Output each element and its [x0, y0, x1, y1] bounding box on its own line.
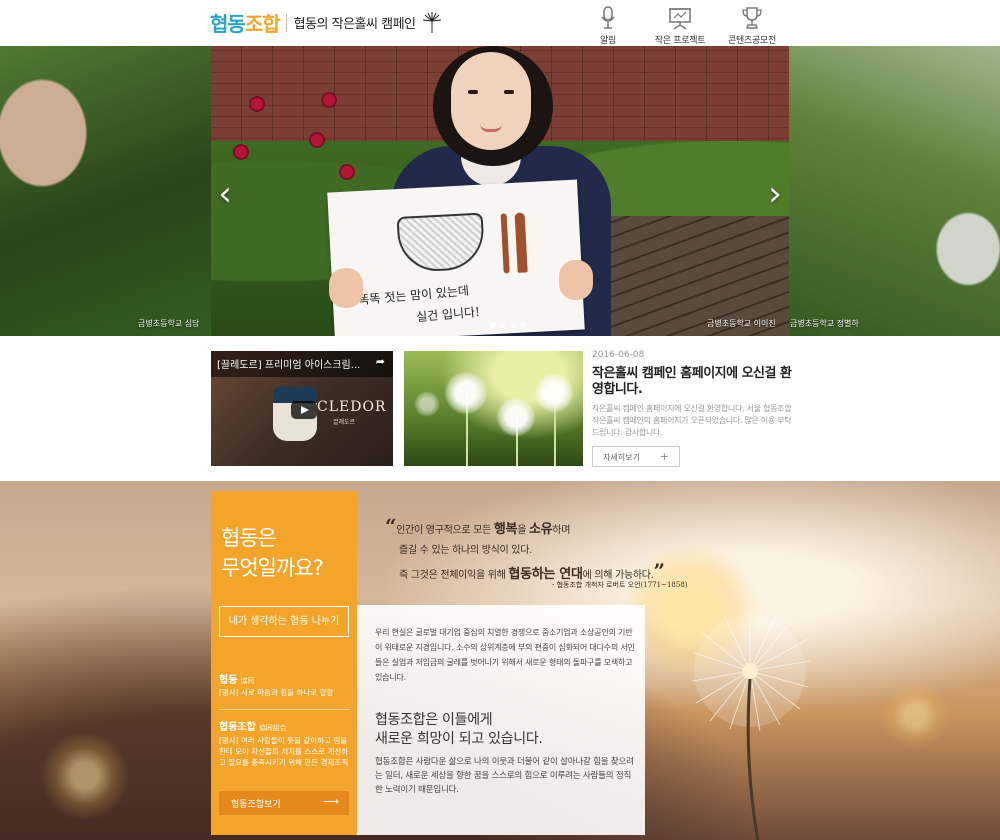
slider-dot[interactable]: [500, 322, 506, 328]
coop-story-box: 우리 현실은 글로벌 대기업 중심의 치열한 경쟁으로 중소기업과 소상공인의 …: [357, 605, 645, 835]
nav-label: 작은 프로젝트: [654, 36, 706, 46]
view-coop-label: 협동조합보기: [231, 800, 281, 810]
microphone-icon: [601, 6, 615, 29]
slider-pagination: [488, 322, 528, 328]
read-more-button[interactable]: 자세히보기 +: [592, 446, 680, 467]
quote-source: - 협동조합 개척자 로버트 오언(1771~1858): [552, 581, 688, 589]
read-more-label: 자세히보기: [603, 453, 640, 462]
slider-dot[interactable]: [510, 322, 516, 328]
slide-current: 똑똑 젓는 맘이 있는데 실건 입니다!: [211, 46, 789, 336]
slide-caption-left: 금병초등학교 심담: [138, 319, 200, 328]
arrow-right-icon: ⟶: [323, 795, 339, 808]
nav-label: 콘텐츠공모전: [728, 36, 776, 46]
dandelion-icon: [422, 11, 441, 33]
campaign-title: 협동의 작은홀씨 캠페인: [293, 17, 416, 32]
chevron-left-icon[interactable]: ‹: [210, 174, 240, 214]
news-title[interactable]: 작은홀씨 캠페인 홈페이지에 오신걸 환영합니다.: [592, 366, 792, 398]
definition-term: 협동 協同: [219, 675, 255, 686]
video-title[interactable]: [끌레도르] 프리미엄 아이스크림...: [217, 356, 360, 371]
owen-quote: “인간이 영구적으로 모든 행복을 소유하며 즐길 수 있는 하나의 방식이 있…: [385, 514, 665, 583]
chevron-right-icon[interactable]: ›: [760, 174, 790, 214]
student-sign-picture: 똑똑 젓는 맘이 있는데 실건 입니다!: [327, 179, 585, 336]
story-paragraph: 우리 현실은 글로벌 대기업 중심의 치열한 경쟁으로 중소기업과 소상공인의 …: [375, 628, 635, 682]
presentation-board-icon: [669, 8, 691, 30]
logo-wordmark: 협동조합: [210, 12, 281, 36]
site-logo[interactable]: 협동조합 협동의 작은홀씨 캠페인: [210, 8, 442, 37]
open-quote-mark: “: [385, 514, 397, 538]
definition-text: [명사] 여러 사람들이 뜻을 같이하고 힘을 한데 모아 자신들의 처지를 스…: [219, 736, 349, 767]
share-thoughts-button[interactable]: 내가 생각하는 협동 나누기: [219, 606, 349, 637]
nav-label: 알림: [600, 36, 616, 46]
plus-icon: +: [659, 450, 669, 463]
trophy-icon: [742, 7, 762, 29]
main-nav: 알림 작은 프로젝트 콘텐츠공모전: [572, 4, 788, 46]
view-coop-button[interactable]: 협동조합보기 ⟶: [219, 791, 349, 815]
dandelion-photo: [404, 351, 583, 466]
video-player[interactable]: CLEDOR 끌레도르 [끌레도르] 프리미엄 아이스크림... ➦: [211, 351, 393, 466]
hero-slider: 똑똑 젓는 맘이 있는데 실건 입니다! ‹ › 금병초등학교 심담 금병초등학…: [0, 46, 1000, 336]
play-icon[interactable]: [291, 401, 317, 419]
video-brand: CLEDOR: [317, 399, 387, 415]
slide-caption-right: 금병초등학교 정별하: [790, 319, 859, 328]
site-header: 협동조합 협동의 작은홀씨 캠페인 알림 작은 프로젝트 콘텐츠공모전: [0, 0, 1000, 46]
coop-question: 협동은 무엇일까요?: [221, 526, 324, 580]
story-headline: 협동조합은 이들에게 새로운 희망이 되고 있습니다.: [375, 712, 543, 747]
divider: [219, 709, 349, 710]
definition-term: 협동조합 協同組合: [219, 722, 287, 733]
slide-caption-main: 금병초등학교 이이진: [707, 319, 776, 328]
nav-item-projects[interactable]: 작은 프로젝트: [644, 4, 716, 46]
slider-dot[interactable]: [490, 322, 496, 328]
story-closing: 협동조합은 사람다운 삶으로 나의 이웃과 더불어 같이 살아나갈 힘을 찾으려…: [375, 757, 634, 795]
share-icon[interactable]: ➦: [376, 355, 385, 368]
news-body: 작은홀씨 캠페인 홈페이지에 오신걸 환영합니다. 서울 협동조합 작은홀씨 캠…: [592, 404, 792, 437]
slide-previous[interactable]: [0, 46, 211, 336]
logo-divider: [285, 13, 287, 32]
dandelion-illustration: [691, 611, 811, 840]
slider-dot[interactable]: [520, 322, 526, 328]
nav-item-notice[interactable]: 알림: [572, 4, 644, 46]
nav-item-contest[interactable]: 콘텐츠공모전: [716, 4, 788, 46]
definition-text: [명사] 서로 마음과 힘을 하나로 합함: [219, 688, 334, 697]
coop-definition-panel: 협동은 무엇일까요? 내가 생각하는 협동 나누기 협동 協同 [명사] 서로 마…: [211, 491, 357, 835]
video-brand-sub: 끌레도르: [333, 419, 356, 426]
news-date: 2016-06-08: [592, 350, 645, 360]
slide-next[interactable]: [789, 46, 1000, 336]
